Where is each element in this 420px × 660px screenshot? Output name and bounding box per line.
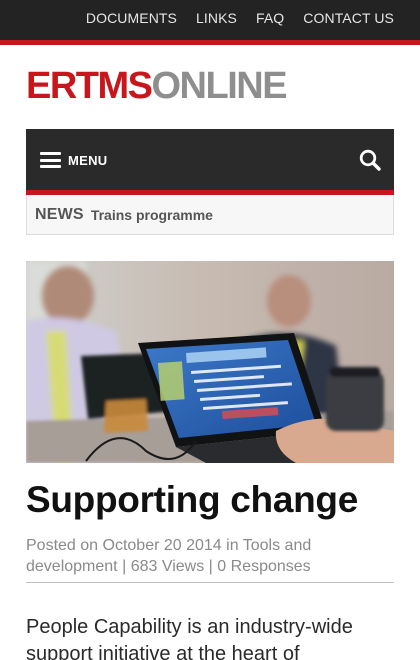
- logo-part-online: ONLINE: [151, 65, 288, 107]
- top-navigation-bar: DOCUMENTS LINKS FAQ CONTACT US: [0, 0, 420, 40]
- site-logo[interactable]: ERTMSONLINE: [26, 65, 288, 107]
- top-nav-menu: DOCUMENTS LINKS FAQ CONTACT US: [86, 0, 394, 36]
- menu-label: MENU: [68, 152, 108, 168]
- meeting-photo-illustration: [26, 261, 394, 463]
- post-body-text: People Capability is an industry-wide su…: [26, 616, 353, 660]
- top-accent-stripe: [0, 40, 420, 45]
- post-date: Posted on October 20 2014 in: [26, 537, 243, 554]
- featured-image[interactable]: [26, 261, 394, 463]
- meta-separator: |: [208, 558, 218, 575]
- logo-part-ertms: ERTMS: [26, 65, 153, 107]
- news-headline-link[interactable]: Trains programme: [91, 207, 213, 223]
- nav-link-documents[interactable]: DOCUMENTS: [86, 10, 177, 26]
- nav-link-contact-us[interactable]: CONTACT US: [303, 10, 394, 26]
- news-label: NEWS: [35, 205, 84, 223]
- hamburger-icon: [40, 152, 61, 168]
- search-button[interactable]: [359, 149, 381, 171]
- post-responses-link[interactable]: 0 Responses: [217, 558, 310, 575]
- meta-separator: |: [122, 558, 131, 575]
- post-views: 683 Views: [130, 558, 205, 575]
- main-menu-bar: MENU: [26, 129, 394, 190]
- news-ticker: NEWS Trains programme: [26, 195, 394, 235]
- menu-toggle-button[interactable]: MENU: [40, 147, 107, 173]
- search-icon: [359, 149, 381, 171]
- post-title: Supporting change: [26, 479, 359, 520]
- nav-link-links[interactable]: LINKS: [196, 10, 237, 26]
- meta-divider: [26, 582, 394, 583]
- nav-link-faq[interactable]: FAQ: [256, 10, 284, 26]
- post-meta: Posted on October 20 2014 in Tools and d…: [26, 535, 394, 577]
